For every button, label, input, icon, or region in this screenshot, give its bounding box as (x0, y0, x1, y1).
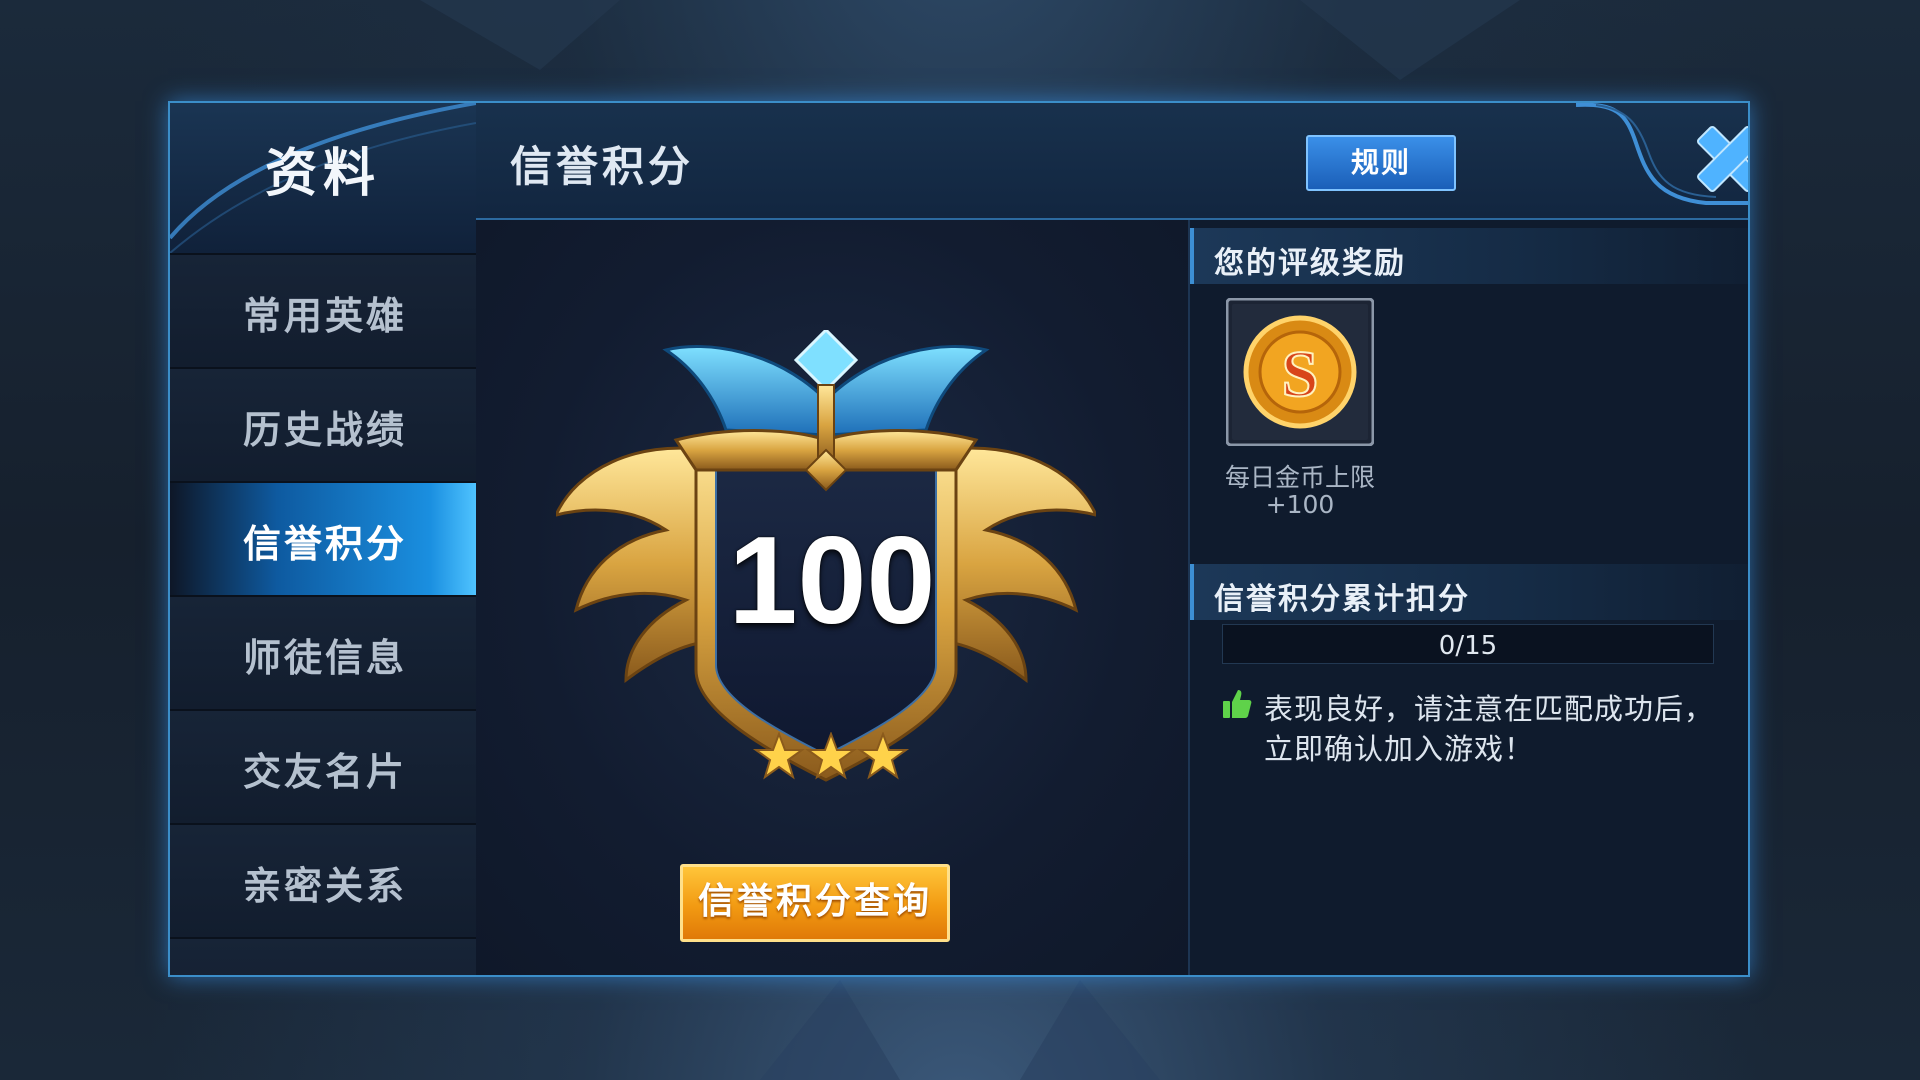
sidebar-item-more[interactable] (170, 937, 476, 975)
star-icon (804, 732, 858, 780)
gold-coin-s-icon: S (1225, 297, 1375, 447)
deduction-heading: 信誉积分累计扣分 (1214, 582, 1470, 617)
sidebar-header: 资料 (170, 103, 476, 253)
page-title: 信誉积分 (510, 142, 695, 191)
sidebar-item-match-history[interactable]: 历史战绩 (170, 367, 476, 481)
sidebar-item-mentor-info[interactable]: 师徒信息 (170, 595, 476, 709)
reward-section-header: 您的评级奖励 (1190, 228, 1748, 284)
deduction-message-line2: 立即确认加入游戏！ (1264, 732, 1535, 766)
sidebar-item-friend-card[interactable]: 交友名片 (170, 709, 476, 823)
sidebar-title: 资料 (264, 144, 381, 204)
deduction-message-line1: 表现良好，请注意在匹配成功后， (1264, 692, 1715, 726)
star-icon (752, 732, 806, 780)
credit-badge-area: 100 (476, 220, 1188, 975)
sidebar-item-label: 常用英雄 (243, 294, 408, 338)
close-x-icon (1575, 103, 1748, 205)
sidebar-item-label: 历史战绩 (243, 408, 408, 452)
sidebar-item-label: 师徒信息 (243, 636, 408, 680)
sidebar-item-label: 信誉积分 (243, 522, 408, 566)
sidebar-item-common-heroes[interactable]: 常用英雄 (170, 253, 476, 367)
sidebar-item-intimate-relations[interactable]: 亲密关系 (170, 823, 476, 937)
rules-button[interactable]: 规则 (1306, 135, 1456, 191)
svg-text:S: S (1282, 338, 1319, 411)
reward-label: 每日金币上限 (1224, 463, 1375, 492)
star-rating (752, 732, 910, 780)
sidebar-item-label: 交友名片 (243, 750, 408, 794)
close-button[interactable] (1575, 103, 1748, 218)
deduction-progress-bar: 0/15 (1222, 624, 1714, 664)
thumbs-up-icon (1223, 690, 1252, 718)
star-icon (856, 732, 910, 780)
credit-query-button[interactable]: 信誉积分查询 (680, 864, 950, 942)
sidebar: 资料 常用英雄 历史战绩 信誉积分 师徒信息 交友名片 亲密关系 (170, 103, 477, 975)
reward-value: +100 (1265, 490, 1335, 519)
header: 信誉积分 规则 (476, 103, 1748, 220)
credit-score-panel: 资料 常用英雄 历史战绩 信誉积分 师徒信息 交友名片 亲密关系 信誉积分 规则 (168, 101, 1750, 977)
sidebar-item-credit-score[interactable]: 信誉积分 (170, 481, 476, 595)
reward-item[interactable]: S (1225, 297, 1375, 447)
deduction-section-header: 信誉积分累计扣分 (1190, 564, 1748, 620)
credit-score-value: 100 (728, 512, 936, 650)
reward-heading: 您的评级奖励 (1214, 246, 1406, 281)
sidebar-item-label: 亲密关系 (243, 864, 408, 908)
deduction-progress-text: 0/15 (1438, 631, 1498, 661)
